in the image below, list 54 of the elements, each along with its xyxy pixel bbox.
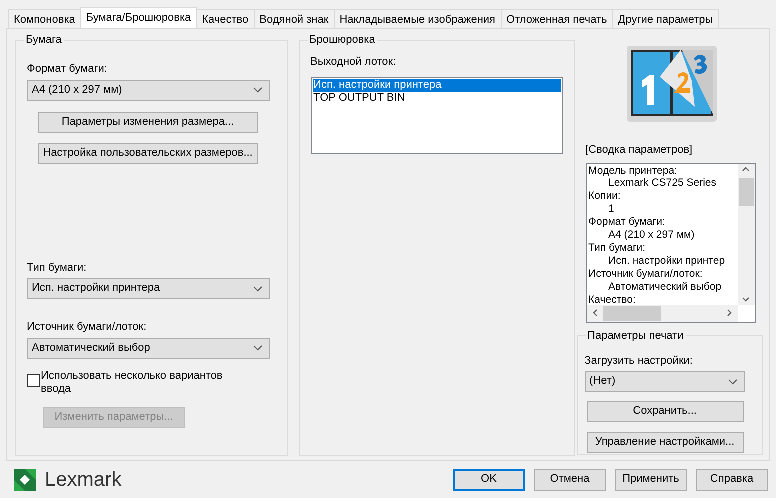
button[interactable]: Параметры изменения размера...: [38, 112, 258, 132]
summary-line: Формат бумаги:: [588, 216, 666, 230]
button[interactable]: Сохранить...: [586, 401, 744, 422]
dropdown[interactable]: Автоматический выбор: [27, 338, 270, 358]
page-order-icon: [626, 45, 718, 123]
dropdown[interactable]: A4 (210 x 297 мм): [27, 80, 270, 100]
summary-line: Качество:: [588, 294, 637, 304]
summary-line: Источник бумаги/лоток:: [588, 268, 704, 281]
group-title: Бумага: [25, 33, 63, 47]
field-label: Загрузить настройки:: [584, 354, 694, 368]
summary-line: Исп. настройки принтер: [608, 254, 726, 268]
button[interactable]: Справка: [696, 468, 768, 490]
group-title: Параметры печати: [586, 328, 685, 342]
scrollbar-thumb[interactable]: [602, 306, 661, 320]
button[interactable]: Настройка пользовательских размеров...: [38, 142, 258, 164]
button[interactable]: OK: [453, 468, 525, 490]
scroll-right-icon: [726, 309, 732, 317]
button[interactable]: Управление настройками...: [586, 432, 744, 453]
field-label: Тип бумаги:: [27, 260, 88, 276]
summary-title: [Сводка параметров]: [586, 143, 694, 158]
checkbox[interactable]: [27, 374, 40, 386]
summary-line: Тип бумаги:: [588, 242, 647, 255]
button[interactable]: Отмена: [534, 468, 606, 490]
tab[interactable]: Другие параметры: [612, 9, 720, 28]
chevron-down-icon: [253, 286, 263, 292]
summary-line: 1: [608, 203, 616, 216]
scroll-up-icon: [742, 166, 750, 172]
field-label: Формат бумаги:: [27, 62, 108, 77]
tab[interactable]: Водяной знак: [254, 9, 335, 28]
checkbox-label: Использовать несколько вариантов ввода: [41, 370, 224, 396]
lexmark-logo-icon: [14, 468, 36, 490]
tab[interactable]: Накладываемые изображения: [334, 9, 502, 28]
dropdown[interactable]: Исп. настройки принтера: [27, 278, 270, 299]
scroll-left-icon: [592, 309, 598, 317]
list-item[interactable]: Исп. настройки принтера: [312, 78, 561, 92]
chevron-down-icon: [253, 345, 263, 351]
summary-line: Модель принтера:: [588, 164, 678, 178]
lexmark-logo: Lexmark: [14, 464, 122, 494]
list-item[interactable]: TOP OUTPUT BIN: [312, 92, 561, 104]
tab[interactable]: Компоновка: [8, 9, 82, 28]
summary-line: Копии:: [588, 190, 622, 204]
scroll-down-icon: [742, 296, 750, 302]
scrollbar-thumb[interactable]: [738, 178, 754, 206]
group-title: Брошюровка: [308, 33, 376, 47]
summary-line: Lexmark CS725 Series: [608, 177, 718, 190]
chevron-down-icon: [253, 87, 263, 93]
tab[interactable]: Бумага/Брошюровка: [80, 7, 198, 28]
chevron-down-icon: [728, 378, 738, 384]
summary-line: Автоматический выбор: [608, 280, 723, 294]
field-label: Выходной лоток:: [310, 55, 398, 70]
field-label: Источник бумаги/лоток:: [27, 320, 148, 335]
summary-line: A4 (210 x 297 мм): [608, 229, 696, 242]
button[interactable]: Применить: [615, 468, 687, 490]
dropdown[interactable]: (Нет): [584, 371, 745, 392]
